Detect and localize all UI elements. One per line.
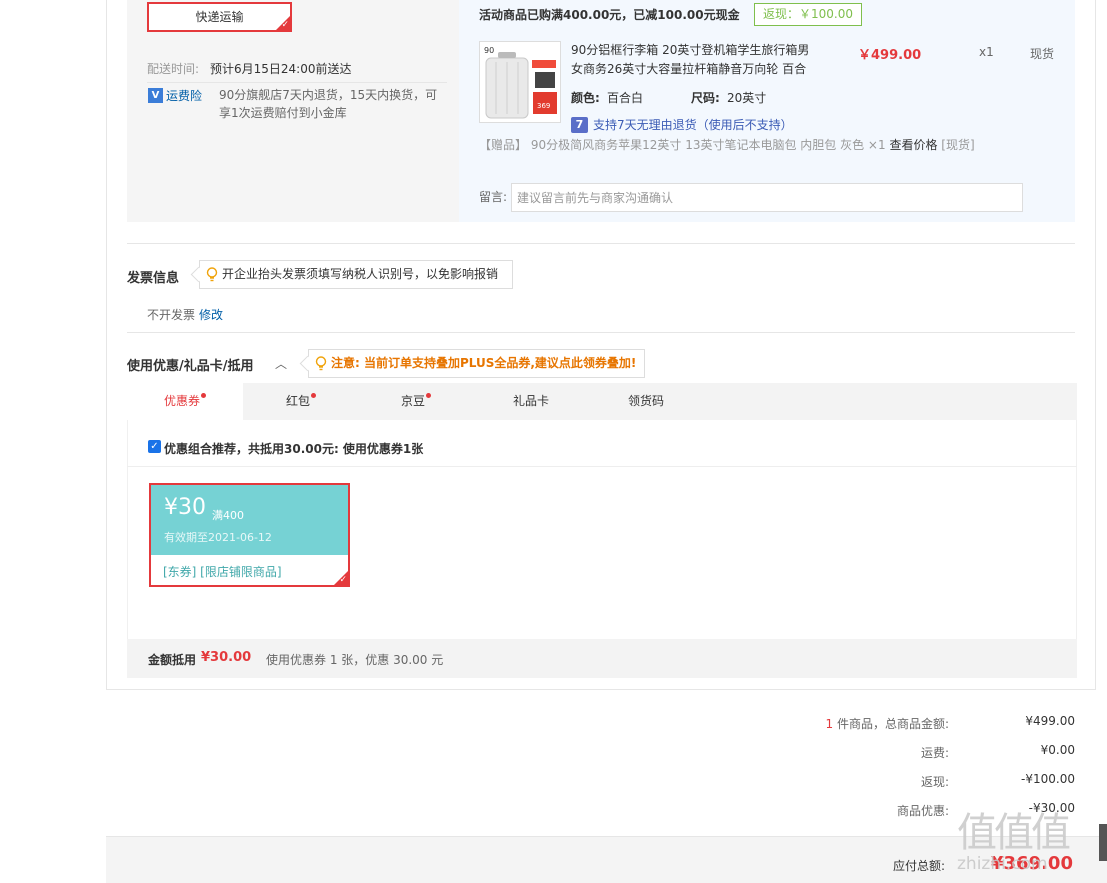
divider [127,466,1077,467]
size-value: 20英寸 [727,91,767,105]
seven-day-return-icon: 7 [571,117,588,133]
payable-bar [106,836,1107,883]
delivery-time-value: 预计6月15日24:00前送达 [210,62,352,76]
product-name[interactable]: 90分铝框行李箱 20英寸登机箱学生旅行箱男女商务26英寸大容量拉杆箱静音万向轮… [571,41,811,79]
gift-price-link[interactable]: 查看价格 [889,138,937,152]
check-icon: ✓ [339,575,347,585]
product-image[interactable]: 90 369 [479,41,561,123]
gift-prefix: 【赠品】 [479,138,528,152]
tab-label: 京豆 [400,394,425,408]
lightbulb-icon [206,267,218,282]
note-input[interactable] [511,183,1023,212]
red-dot-icon [426,393,431,398]
discount-tabs: 优惠券 红包 京豆 礼品卡 领货码 [127,383,1077,420]
gift-line: 【赠品】 90分极简风商务苹果12英寸 13英寸笔记本电脑包 内胆包 灰色 ×1… [479,136,975,153]
payable-amount: ¥369.00 [991,853,1073,874]
promo-text: 活动商品已购满400.00元，已减100.00元现金 [479,8,740,22]
coupon-tags: [东券] [限店铺限商品] [163,565,282,579]
combo-text: 优惠组合推荐，共抵用30.00元: 使用优惠券1张 [164,442,424,456]
note-label: 留言: [479,190,508,204]
divider [127,243,1075,244]
coupon-threshold: 满400 [212,509,244,522]
gift-name: 90分极简风商务苹果12英寸 13英寸笔记本电脑包 内胆包 灰色 ×1 [530,138,886,152]
coupon-card[interactable]: ¥30 满400 有效期至2021-06-12 [东券] [限店铺限商品] ✓ [149,483,350,587]
tab-jd-beans[interactable]: 京豆 [358,383,474,420]
shipping-fee-label: 运费: [920,746,949,760]
tab-coupon[interactable]: 优惠券 [127,383,243,420]
product-price: ￥499.00 [858,48,922,63]
delivery-time-label: 配送时间: [147,62,200,76]
shield-v-icon: V [148,88,163,103]
item-count-suffix: 件商品，总商品金额: [836,717,949,731]
check-icon: ✓ [281,20,289,30]
side-float-tab[interactable] [1099,824,1107,861]
shipping-insurance-desc: 90分旗舰店7天内退货，15天内换货，可享1次运费赔付到小金库 [219,88,438,120]
tab-label: 礼品卡 [512,394,549,408]
svg-text:90: 90 [484,46,494,55]
shipping-method-label: 快递运输 [195,10,244,24]
discount-summary-amount: ¥30.00 [201,650,252,665]
plus-coupon-tip[interactable]: 注意: 当前订单支持叠加PLUS全品券,建议点此领券叠加! [299,349,645,378]
shipping-method-button[interactable]: 快递运输 ✓ [147,2,292,32]
rebate-value: -¥100.00 [1021,772,1075,786]
tab-gift-card[interactable]: 礼品卡 [473,383,589,420]
invoice-tip: 开企业抬头发票须填写纳税人识别号，以免影响报销 [190,260,513,289]
payable-label: 应付总额: [893,859,946,873]
divider [127,332,1075,333]
shipping-fee-value: ¥0.00 [1040,743,1075,757]
svg-text:369: 369 [537,102,550,110]
rebate-label: 返现: [920,775,949,789]
combo-checkbox[interactable]: ✓ [148,440,161,453]
tab-red-packet[interactable]: 红包 [243,383,359,420]
goods-total-value: ¥499.00 [1025,714,1075,728]
rebate-tag: 返现：￥100.00 [754,3,862,26]
discount-summary-label: 金额抵用 [148,653,197,667]
discount-total-label: 商品优惠: [896,804,949,818]
discount-total-value: -¥30.00 [1028,801,1075,815]
coupon-expiry: 有效期至2021-06-12 [164,531,272,544]
return-policy-text: 支持7天无理由退货（使用后不支持） [593,118,793,132]
tab-label: 领货码 [627,394,664,408]
coupon-amount: ¥30 [164,495,206,520]
color-label: 颜色: [571,91,600,105]
discount-section-title[interactable]: 使用优惠/礼品卡/抵用 [127,355,254,374]
coupon-header: ¥30 满400 有效期至2021-06-12 [151,485,348,555]
item-count: 1 [825,717,834,731]
invoice-edit-link[interactable]: 修改 [199,306,223,323]
chevron-up-icon[interactable]: ︿ [275,355,287,372]
size-label: 尺码: [691,91,720,105]
tab-label: 红包 [285,394,310,408]
plus-tip-text: 注意: 当前订单支持叠加PLUS全品券,建议点此领券叠加! [331,356,637,370]
product-stock: 现货 [1030,47,1055,61]
invoice-title: 发票信息 [127,271,180,286]
red-dot-icon [311,393,316,398]
discount-summary-desc: 使用优惠券 1 张，优惠 30.00 元 [266,653,444,667]
tab-label: 优惠券 [163,394,200,408]
invoice-tip-text: 开企业抬头发票须填写纳税人识别号，以免影响报销 [222,267,499,281]
product-quantity: x1 [979,45,994,59]
invoice-status: 不开发票 [147,308,196,322]
goods-total-label: 1 件商品，总商品金额: [749,715,949,732]
gift-stock: [现货] [941,138,975,152]
shipping-insurance-link[interactable]: 运费险 [166,87,202,104]
lightbulb-icon [315,356,327,371]
divider [147,82,447,83]
tab-redeem-code[interactable]: 领货码 [588,383,704,420]
color-value: 百合白 [607,91,644,105]
red-dot-icon [201,393,206,398]
